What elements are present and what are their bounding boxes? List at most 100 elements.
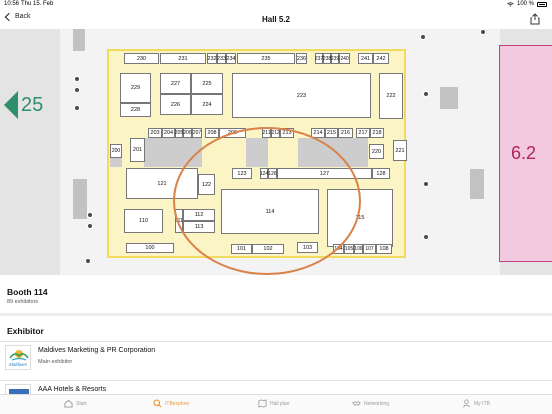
exhibitor-row[interactable]: Maldives Maldives Marketing & PR Corpora…: [0, 341, 552, 372]
booth-217[interactable]: 217: [356, 128, 370, 138]
restroom-icon[interactable]: [74, 87, 80, 93]
elevator-icon[interactable]: [423, 234, 429, 240]
booth-228[interactable]: 228: [120, 103, 151, 117]
booth-200[interactable]: 200: [110, 144, 122, 158]
map-wall: [73, 179, 87, 219]
status-time: 10:56: [4, 1, 20, 7]
booth-110[interactable]: 110: [124, 209, 163, 233]
share-icon[interactable]: [530, 13, 540, 25]
booth-224[interactable]: 224: [191, 94, 223, 115]
booth-229[interactable]: 229: [120, 73, 151, 103]
maldives-logo: Maldives: [5, 345, 31, 370]
tab-hall-plan-label: Hall plan: [270, 400, 290, 407]
booth-exhibitor-count: 89 exhibitors: [7, 299, 39, 305]
exhibitor-row[interactable]: AAA Hotels & Resorts: [0, 380, 552, 394]
tab-hall-plan[interactable]: Hall plan: [258, 399, 289, 408]
divider: [0, 313, 552, 316]
restroom-icon[interactable]: [423, 181, 429, 187]
elevator-icon[interactable]: [87, 223, 93, 229]
booth-227[interactable]: 227: [160, 73, 191, 94]
booth-105[interactable]: 105: [344, 244, 354, 254]
booth-230[interactable]: 230: [124, 53, 159, 64]
map-wall: [470, 169, 484, 199]
booth-222[interactable]: 222: [379, 73, 403, 119]
info-icon[interactable]: [480, 29, 486, 35]
arrow-left-icon: [4, 91, 18, 119]
exhibitor-section-title: Exhibitor: [7, 326, 44, 336]
elevator-icon[interactable]: [74, 76, 80, 82]
search-icon: [153, 399, 162, 408]
battery-percent: 100 %: [516, 1, 534, 7]
info-icon[interactable]: [85, 258, 91, 264]
info-icon[interactable]: [420, 34, 426, 40]
tab-start-label: Start: [76, 400, 87, 407]
booth-208[interactable]: 208: [205, 128, 219, 138]
booth-title: Booth 114: [7, 287, 48, 297]
booth-236[interactable]: 236: [296, 53, 307, 64]
aaa-logo: [5, 384, 31, 394]
booth-info-sheet: Booth 114 89 exhibitors Exhibitor Maldiv…: [0, 275, 552, 394]
booth-231[interactable]: 231: [160, 53, 206, 64]
map-wall: [73, 29, 85, 51]
battery-icon: [537, 1, 547, 7]
selected-booth-highlight: [173, 127, 361, 275]
booth-225[interactable]: 225: [191, 73, 223, 94]
stairs-icon[interactable]: [423, 91, 429, 97]
person-icon: [463, 399, 470, 408]
booth-238[interactable]: 238: [323, 53, 331, 64]
booth-106[interactable]: 106: [354, 244, 363, 254]
map-icon: [258, 399, 267, 408]
booth-242[interactable]: 242: [373, 53, 389, 64]
booth-237[interactable]: 237: [315, 53, 323, 64]
booth-128[interactable]: 128: [372, 168, 390, 179]
hall-25-label: 25: [21, 93, 44, 116]
booth-220[interactable]: 220: [369, 144, 384, 159]
maldives-logo-text: Maldives: [9, 362, 27, 367]
hall-map[interactable]: 230 231 232 233 234 235 236 237 238 239 …: [0, 29, 552, 275]
booth-233[interactable]: 233: [217, 53, 226, 64]
booth-235[interactable]: 235: [237, 53, 295, 64]
hall-25-link[interactable]: 25: [4, 91, 43, 119]
booth-201[interactable]: 201: [130, 138, 145, 162]
booth-204[interactable]: 204: [162, 128, 175, 138]
exhibitor-name: Maldives Marketing & PR Corporation: [38, 347, 156, 354]
booth-241[interactable]: 241: [358, 53, 373, 64]
booth-107[interactable]: 107: [363, 244, 376, 254]
page-title: Hall 5.2: [261, 15, 290, 24]
booth-226[interactable]: 226: [160, 94, 191, 115]
booth-108[interactable]: 108: [376, 244, 392, 254]
tab-bar: Start ITBexplore Hall plan Networking My…: [0, 394, 552, 414]
tab-itbexplore-label: ITBexplore: [165, 400, 190, 407]
tab-itbexplore[interactable]: ITBexplore: [153, 399, 189, 408]
status-right: 100 %: [507, 1, 547, 7]
booth-203[interactable]: 203: [148, 128, 162, 138]
booth-232[interactable]: 232: [207, 53, 217, 64]
stairs-icon[interactable]: [87, 212, 93, 218]
exhibitor-role: Main exhibitor: [38, 359, 73, 365]
booth-205[interactable]: 205: [175, 128, 183, 138]
app-screen: 10:56 Thu 15. Feb 100 % Back Hall 5.2 23…: [0, 0, 552, 414]
hall-6-2-link[interactable]: 6.2: [499, 45, 552, 262]
booth-218[interactable]: 218: [370, 128, 384, 138]
info-icon[interactable]: [74, 105, 80, 111]
booth-207[interactable]: 207: [192, 128, 202, 138]
booth-234[interactable]: 234: [226, 53, 236, 64]
tab-networking[interactable]: Networking: [352, 399, 389, 408]
tab-my-itb-label: My ITB: [474, 400, 490, 407]
booth-100[interactable]: 100: [126, 243, 174, 253]
home-icon: [64, 399, 73, 408]
tab-my-itb[interactable]: My ITB: [462, 399, 490, 408]
booth-215[interactable]: 215: [325, 128, 338, 138]
booth-221[interactable]: 221: [393, 140, 407, 161]
handshake-icon: [352, 401, 361, 406]
aaa-logo-art: [9, 389, 29, 394]
booth-206[interactable]: 206: [183, 128, 192, 138]
booth-223[interactable]: 223: [232, 73, 371, 118]
booth-240[interactable]: 240: [339, 53, 350, 64]
booth-239[interactable]: 239: [331, 53, 339, 64]
exhibitor-name: AAA Hotels & Resorts: [38, 386, 107, 393]
nav-bar: Back Hall 5.2: [0, 10, 552, 29]
wifi-icon: [507, 1, 514, 7]
booth-216[interactable]: 216: [338, 128, 353, 138]
tab-start[interactable]: Start: [64, 399, 87, 408]
